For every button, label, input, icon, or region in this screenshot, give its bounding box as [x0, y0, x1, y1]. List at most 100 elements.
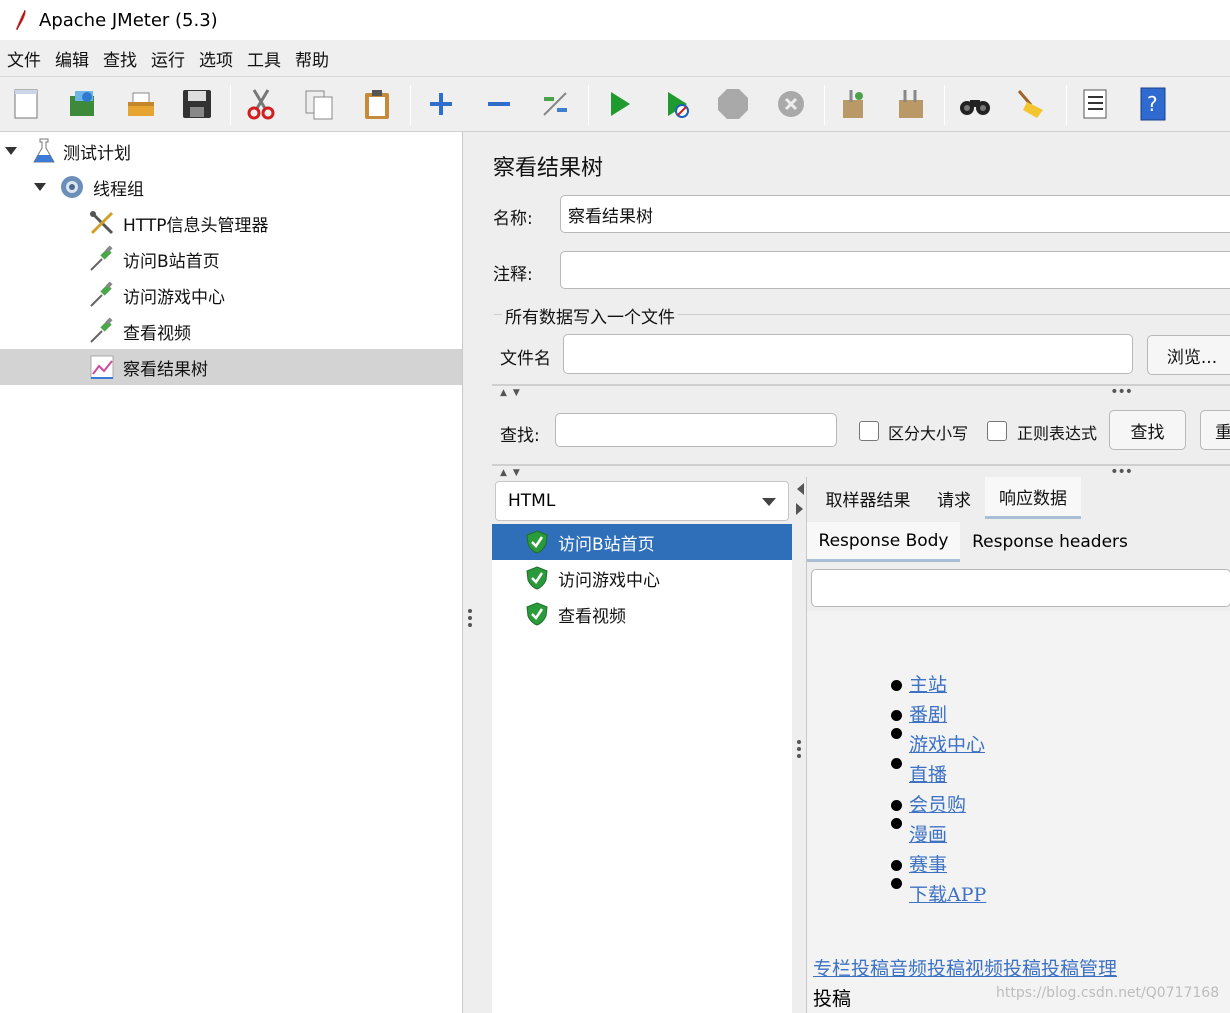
- reset-search-button[interactable]: [1014, 87, 1048, 121]
- find-button[interactable]: 查找: [1109, 410, 1186, 450]
- test-plan-tree: 测试计划 线程组 HTTP信息头管理器 访问B站首页 访问游戏中心 查看视频 察…: [0, 132, 462, 1013]
- collapse-arrows-icon[interactable]: ▲▼: [500, 468, 526, 478]
- title-bar: Apache JMeter (5.3): [0, 0, 1230, 40]
- search-field[interactable]: [555, 413, 837, 447]
- window-title: Apache JMeter (5.3): [39, 9, 218, 31]
- filename-label: 文件名: [500, 349, 551, 369]
- collapse-all-button[interactable]: [482, 87, 516, 121]
- stop-button[interactable]: [716, 87, 750, 121]
- view-results-tree-icon: [90, 355, 114, 379]
- start-no-timers-icon: [668, 92, 689, 118]
- open-button[interactable]: [124, 87, 158, 121]
- collapse-divider[interactable]: ▲▼ •••: [492, 384, 1230, 400]
- html-footer-link[interactable]: 专栏投稿音频投稿视频投稿投稿管理: [813, 954, 1117, 981]
- menu-search[interactable]: 查找: [103, 46, 137, 71]
- list-bullet: [891, 680, 902, 691]
- tree-node-header-manager[interactable]: HTTP信息头管理器: [0, 205, 462, 241]
- start-icon: [611, 92, 630, 116]
- watermark: https://blog.csdn.net/Q0717168: [996, 985, 1220, 1001]
- list-bullet: [891, 758, 902, 769]
- toolbar-separator: [1066, 85, 1067, 125]
- html-nav-link[interactable]: 赛事: [909, 850, 947, 877]
- tab-sampler-result[interactable]: 取样器结果: [811, 477, 925, 519]
- collapse-arrows-icon[interactable]: ▲▼: [500, 388, 526, 398]
- menu-bar: 文件 编辑 查找 运行 选项 工具 帮助: [0, 40, 1230, 76]
- menu-edit[interactable]: 编辑: [55, 46, 89, 71]
- subtab-response-headers[interactable]: Response headers: [963, 522, 1137, 562]
- sample-result-row[interactable]: 访问B站首页: [492, 524, 792, 560]
- toolbar-separator: [588, 85, 589, 125]
- response-search-field[interactable]: [811, 569, 1230, 607]
- menu-run[interactable]: 运行: [151, 46, 185, 71]
- tree-node-sampler[interactable]: 访问B站首页: [0, 241, 462, 277]
- main-splitter[interactable]: [462, 132, 476, 1013]
- function-helper-button[interactable]: [1078, 87, 1112, 121]
- help-button[interactable]: ?: [1136, 87, 1170, 121]
- chevron-down-icon[interactable]: [34, 181, 46, 193]
- tab-request[interactable]: 请求: [929, 477, 979, 519]
- collapse-arrows-icon[interactable]: [796, 483, 804, 517]
- tree-node-sampler[interactable]: 查看视频: [0, 313, 462, 349]
- menu-file[interactable]: 文件: [7, 46, 41, 71]
- paste-button[interactable]: [360, 87, 394, 121]
- reset-button[interactable]: 重: [1200, 410, 1230, 450]
- renderer-select[interactable]: HTML: [495, 481, 789, 521]
- tree-node-label: HTTP信息头管理器: [123, 215, 269, 236]
- comment-field[interactable]: [560, 251, 1230, 289]
- tree-node-label: 线程组: [93, 179, 144, 200]
- sample-result-row[interactable]: 查看视频: [492, 596, 792, 632]
- copy-button[interactable]: [302, 87, 336, 121]
- help-icon: ?: [1140, 87, 1166, 121]
- sample-result-row[interactable]: 访问游戏中心: [492, 560, 792, 596]
- splitter-grip: [468, 616, 472, 620]
- tab-response-data[interactable]: 响应数据: [985, 477, 1081, 519]
- toolbar-separator: [230, 85, 231, 125]
- templates-button[interactable]: [66, 87, 100, 121]
- tree-node-label: 访问B站首页: [123, 251, 220, 272]
- html-nav-link[interactable]: 游戏中心: [909, 730, 985, 757]
- menu-tools[interactable]: 工具: [247, 46, 281, 71]
- results-splitter[interactable]: [792, 477, 806, 1013]
- http-sampler-icon: [90, 245, 113, 271]
- new-button[interactable]: [10, 87, 44, 121]
- shutdown-button[interactable]: [774, 87, 808, 121]
- expand-icon: [430, 93, 452, 115]
- html-nav-link[interactable]: 会员购: [909, 790, 966, 817]
- splitter-grip: [797, 740, 801, 744]
- regex-checkbox[interactable]: [987, 421, 1007, 441]
- clear-all-icon: [899, 90, 923, 118]
- menu-help[interactable]: 帮助: [295, 46, 329, 71]
- toolbar-separator: [944, 85, 945, 125]
- name-field[interactable]: 察看结果树: [560, 195, 1230, 233]
- stop-icon: [718, 89, 748, 119]
- subtab-response-body[interactable]: Response Body: [807, 522, 960, 562]
- tree-node-sampler[interactable]: 访问游戏中心: [0, 277, 462, 313]
- clear-button[interactable]: [836, 87, 870, 121]
- name-label: 名称:: [493, 209, 533, 229]
- tree-node-view-results-tree[interactable]: 察看结果树: [0, 349, 462, 385]
- browse-button[interactable]: 浏览...: [1147, 335, 1230, 375]
- expand-all-button[interactable]: [424, 87, 458, 121]
- filename-field[interactable]: [563, 334, 1133, 374]
- html-nav-link[interactable]: 主站: [909, 670, 947, 697]
- html-nav-link[interactable]: 下载APP: [909, 880, 986, 907]
- tree-node-test-plan[interactable]: 测试计划: [0, 133, 462, 169]
- tree-node-label: 访问游戏中心: [123, 287, 225, 308]
- start-button[interactable]: [602, 87, 636, 121]
- save-button[interactable]: [180, 87, 214, 121]
- collapse-divider[interactable]: ▲▼ •••: [492, 464, 1230, 480]
- menu-options[interactable]: 选项: [199, 46, 233, 71]
- start-no-timers-button[interactable]: [660, 87, 694, 121]
- html-nav-link[interactable]: 番剧: [909, 700, 947, 727]
- chevron-down-icon[interactable]: [5, 145, 17, 157]
- tree-node-thread-group[interactable]: 线程组: [0, 169, 462, 205]
- html-nav-link[interactable]: 漫画: [909, 820, 947, 847]
- clear-all-button[interactable]: [894, 87, 928, 121]
- paste-icon: [365, 90, 389, 119]
- html-nav-link[interactable]: 直播: [909, 760, 947, 787]
- search-button[interactable]: [958, 87, 992, 121]
- toggle-button[interactable]: [538, 87, 572, 121]
- case-sensitive-checkbox[interactable]: [859, 421, 879, 441]
- splitter-grip: [468, 609, 472, 613]
- cut-button[interactable]: [244, 87, 278, 121]
